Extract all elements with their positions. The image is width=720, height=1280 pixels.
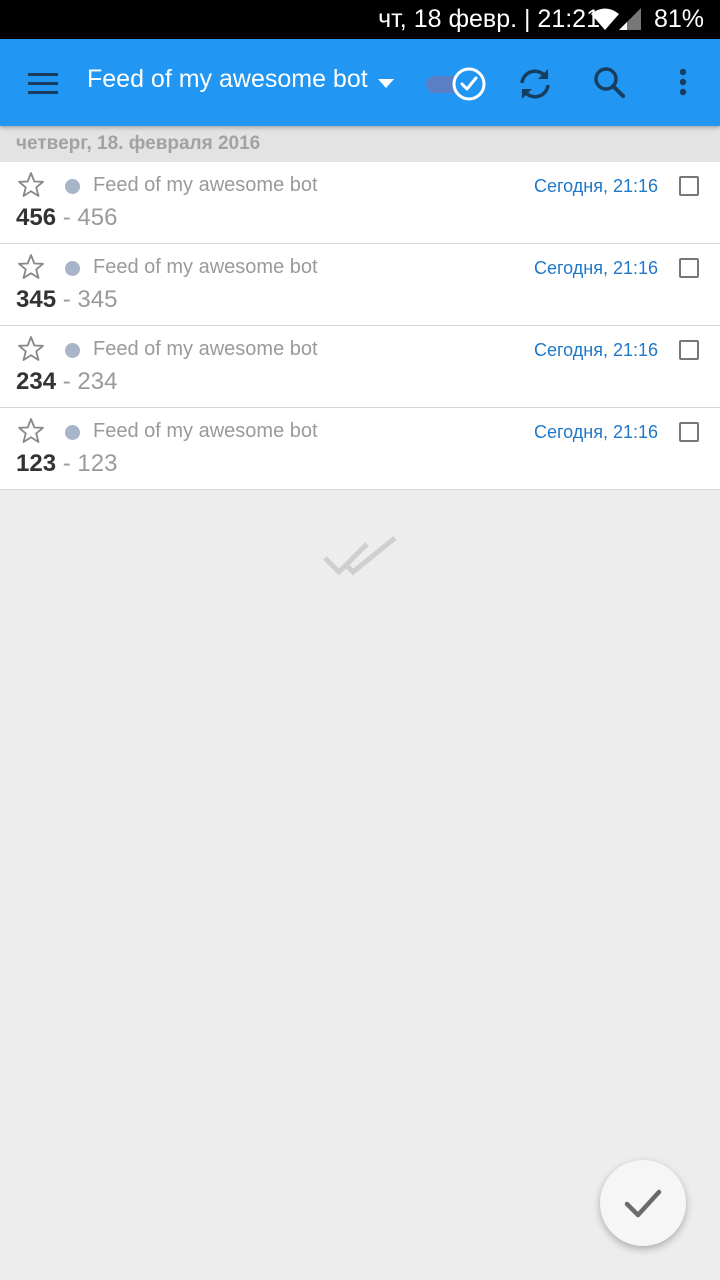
app-toolbar: Feed of my awesome bot [0,39,720,126]
item-text: 123 - 123 [16,450,117,478]
item-feed-name: Feed of my awesome bot [93,420,318,442]
status-datetime: чт, 18 февр. | 21:21 [378,5,600,33]
refresh-icon [520,69,550,99]
menu-button[interactable] [18,61,68,105]
unread-filter-toggle[interactable] [424,65,488,103]
toggle-check-icon [426,67,486,101]
more-vert-icon [679,68,687,96]
item-timestamp: Сегодня, 21:16 [533,340,658,360]
mark-all-read-button[interactable] [600,1160,686,1246]
battery-percent: 81% [653,5,704,33]
item-title: 345 [16,286,57,313]
done-all-icon [323,536,397,576]
item-title: 234 [16,368,57,395]
item-text: 456 - 456 [16,204,117,232]
more-options-button[interactable] [668,63,698,103]
hamburger-menu-icon [28,73,58,94]
article-item[interactable]: Feed of my awesome bot Сегодня, 21:16 45… [0,162,720,244]
check-icon [624,1189,662,1218]
item-text: 234 - 234 [16,368,117,396]
search-button[interactable] [590,63,630,103]
item-timestamp: Сегодня, 21:16 [533,258,658,278]
item-separator: - [62,286,71,313]
item-text: 345 - 345 [16,286,117,314]
item-feed-name: Feed of my awesome bot [93,338,318,360]
item-checkbox[interactable] [679,340,699,360]
item-separator: - [62,204,71,231]
item-checkbox[interactable] [679,258,699,278]
item-checkbox[interactable] [679,176,699,196]
item-title: 123 [16,450,57,477]
star-icon[interactable] [17,171,45,199]
feed-title[interactable]: Feed of my awesome bot [87,65,368,94]
star-icon[interactable] [17,417,45,445]
article-item[interactable]: Feed of my awesome bot Сегодня, 21:16 12… [0,408,720,490]
unread-dot-icon [65,179,80,194]
article-list: Feed of my awesome bot Сегодня, 21:16 45… [0,162,720,490]
item-timestamp: Сегодня, 21:16 [533,422,658,442]
item-feed-name: Feed of my awesome bot [93,174,318,196]
item-separator: - [62,450,71,477]
wifi-icon [590,6,620,39]
item-description: 123 [77,450,118,477]
unread-dot-icon [65,261,80,276]
refresh-button[interactable] [514,63,556,105]
unread-dot-icon [65,343,80,358]
item-feed-name: Feed of my awesome bot [93,256,318,278]
item-description: 345 [77,286,118,313]
item-title: 456 [16,204,57,231]
date-section-header: четверг, 18. февраля 2016 [0,126,720,162]
item-description: 456 [77,204,118,231]
search-icon [594,67,625,98]
star-icon[interactable] [17,253,45,281]
item-description: 234 [77,368,118,395]
article-item[interactable]: Feed of my awesome bot Сегодня, 21:16 34… [0,244,720,326]
article-item[interactable]: Feed of my awesome bot Сегодня, 21:16 23… [0,326,720,408]
star-icon[interactable] [17,335,45,363]
caret-down-icon[interactable] [376,76,396,94]
item-checkbox[interactable] [679,422,699,442]
signal-icon [619,6,643,39]
status-bar: чт, 18 февр. | 21:21 81% [0,0,720,39]
unread-dot-icon [65,425,80,440]
item-separator: - [62,368,71,395]
item-timestamp: Сегодня, 21:16 [533,176,658,196]
